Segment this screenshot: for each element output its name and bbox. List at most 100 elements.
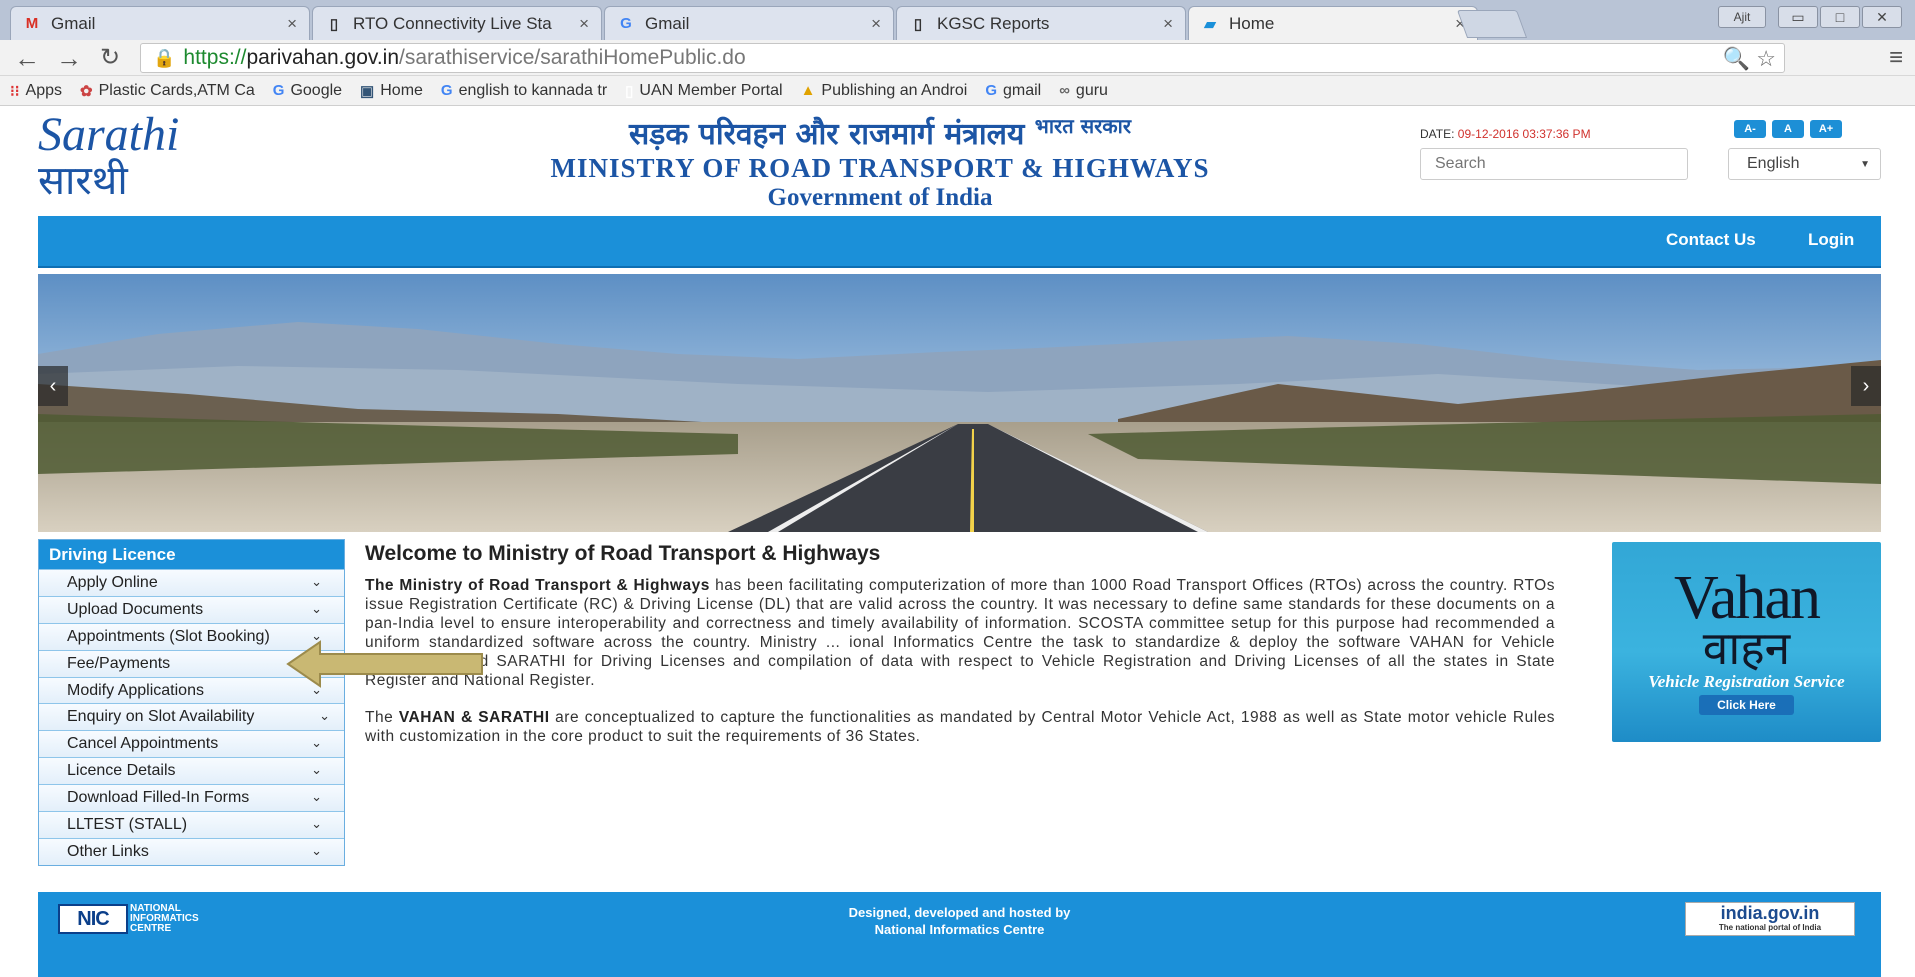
menu-item-licence-details[interactable]: Licence Details ⌄ [39,757,344,785]
welcome-section: Welcome to Ministry of Road Transport & … [365,542,1555,764]
apps-icon: ⁝⁝ [10,82,20,100]
date-value: 09-12-2016 03:37:36 PM [1457,127,1591,141]
bookmark-plastic-cards[interactable]: ✿ Plastic Cards,ATM Ca [80,82,255,100]
forward-icon[interactable]: → [56,44,82,72]
font-size-controls: A- A A+ [1734,120,1842,138]
bookmark-label: Apps [25,81,63,99]
font-increase-button[interactable]: A+ [1810,120,1842,138]
menu-item-cancel-appointments[interactable]: Cancel Appointments ⌄ [39,730,344,758]
bookmark-publishing-android[interactable]: ▲ Publishing an Androi [801,82,968,100]
reload-icon[interactable]: ↻ [100,44,120,72]
vahan-banner[interactable]: Vahan वाहन Vehicle Registration Service … [1612,542,1881,742]
search-input[interactable] [1420,148,1688,180]
date-label: DATE: [1420,127,1455,141]
bookmark-home[interactable]: ▣ Home [360,82,423,100]
profile-button[interactable]: Ajit [1718,6,1766,28]
vahan-click-here-button[interactable]: Click Here [1699,695,1794,715]
tab-gmail-1[interactable]: M Gmail × [10,6,310,40]
annotation-arrow-icon [286,640,483,688]
bookmark-label: Home [380,81,423,99]
menu-item-download-forms[interactable]: Download Filled-In Forms ⌄ [39,784,344,812]
india-gov-text: india.gov.in [1720,903,1820,923]
language-select[interactable]: English ▼ [1728,148,1881,180]
gmail-icon: M [25,15,39,32]
login-link[interactable]: Login [1808,230,1854,250]
url-input[interactable]: 🔒 https://parivahan.gov.in/sarathiservic… [140,43,1785,73]
menu-item-label: Download Filled-In Forms [67,789,250,807]
url-host: parivahan.gov.in [246,46,400,69]
menu-item-label: LLTEST (STALL) [67,815,188,833]
vahan-logo-hi: वाहन [1702,621,1791,675]
menu-item-upload-documents[interactable]: Upload Documents ⌄ [39,595,344,623]
bookmark-label: gmail [1002,81,1042,99]
footer-credit-line2: National Informatics Centre [874,922,1045,937]
main-navbar: Contact Us Login [38,216,1881,268]
zoom-star-icons[interactable]: 🔍 ☆ [1723,46,1776,72]
carousel-next-button[interactable]: › [1851,366,1881,406]
tab-kgsc-reports[interactable]: ▯ KGSC Reports × [896,6,1186,40]
bookmark-uan-portal[interactable]: ▯ UAN Member Portal [625,82,782,100]
page-icon: ▯ [329,15,339,33]
welcome-paragraph-2: The VAHAN & SARATHI are conceptualized t… [365,708,1555,746]
india-gov-subtext: The national portal of India [1718,923,1822,932]
font-normal-button[interactable]: A [1772,120,1804,138]
page-icon: ▯ [913,15,923,33]
contact-us-link[interactable]: Contact Us [1666,230,1756,250]
close-icon[interactable]: × [871,14,881,34]
carousel-prev-button[interactable]: ‹ [38,366,68,406]
tab-title: Gmail [645,13,690,33]
menu-item-lltest-stall[interactable]: LLTEST (STALL) ⌄ [39,811,344,838]
menu-heading: Driving Licence [39,540,344,569]
chevron-down-icon: ⌄ [311,600,322,616]
vahan-logo-en: Vahan [1674,564,1821,632]
back-icon[interactable]: ← [14,44,40,72]
close-icon[interactable]: × [579,14,589,34]
welcome-paragraph-1: The Ministry of Road Transport & Highway… [365,576,1555,690]
footer-credit-line1: Designed, developed and hosted by [848,905,1071,920]
footer-credit: Designed, developed and hosted by Nation… [38,904,1881,938]
address-bar-row: ← → ↻ 🔒 https://parivahan.gov.in/sarathi… [0,40,1915,76]
sarathi-logo[interactable]: Sarathi सारथी [38,111,218,211]
browser-tab-bar: M Gmail × ▯ RTO Connectivity Live Sta × … [0,0,1915,40]
tab-gmail-2[interactable]: G Gmail × [604,6,894,40]
bookmark-guru[interactable]: ∞ guru [1059,82,1108,100]
bookmark-icon: ∞ [1059,82,1070,99]
menu-item-label: Cancel Appointments [67,735,219,753]
welcome-p2-pre: The [365,709,399,726]
menu-item-label: Other Links [67,842,149,860]
new-tab-button[interactable] [1456,10,1528,38]
menu-item-label: Enquiry on Slot Availability [67,708,255,726]
hero-banner: ‹ › [38,274,1881,532]
chevron-down-icon: ⌄ [311,842,322,858]
menu-item-slot-enquiry[interactable]: Enquiry on Slot Availability ⌄ [39,703,344,731]
bookmark-apps[interactable]: ⁝⁝ Apps [10,82,62,100]
chevron-down-icon: ⌄ [311,789,322,805]
minimize-button[interactable]: ▭ [1778,6,1818,28]
tab-title: KGSC Reports [937,13,1050,33]
tab-title: Gmail [51,13,96,33]
india-gov-logo[interactable]: india.gov.in The national portal of Indi… [1685,902,1855,936]
bookmark-label: Google [290,81,343,99]
close-icon[interactable]: × [1163,14,1173,34]
bookmark-english-kannada[interactable]: Genglish to kannada tr [441,82,607,100]
menu-item-label: Upload Documents [67,600,204,618]
bookmark-gmail[interactable]: Ggmail [985,82,1041,100]
menu-item-label: Appointments (Slot Booking) [67,627,270,645]
bookmarks-bar: ⁝⁝ Apps ✿ Plastic Cards,ATM Ca G Google ▣ Ho… [0,76,1915,106]
page-body: Sarathi सारथी सड़क परिवहन और राजमार्ग मं… [0,106,1915,977]
welcome-p1-bold: The Ministry of Road Transport & Highway… [365,577,710,594]
maximize-button[interactable]: □ [1820,6,1860,28]
bookmark-icon: ▲ [800,82,816,99]
close-icon[interactable]: × [287,14,297,34]
menu-item-other-links[interactable]: Other Links ⌄ [39,837,344,865]
chevron-down-icon: ⌄ [311,816,322,832]
menu-icon[interactable]: ≡ [1889,44,1903,72]
tab-rto-connectivity[interactable]: ▯ RTO Connectivity Live Sta × [312,6,602,40]
url-scheme: https:// [183,46,247,69]
menu-item-apply-online[interactable]: Apply Online ⌄ [39,569,344,596]
font-decrease-button[interactable]: A- [1734,120,1766,138]
tab-home[interactable]: ▰ Home × [1188,6,1478,40]
bookmark-google[interactable]: G Google [273,82,342,100]
close-window-button[interactable]: ✕ [1862,6,1902,28]
menu-item-label: Fee/Payments [67,654,171,672]
